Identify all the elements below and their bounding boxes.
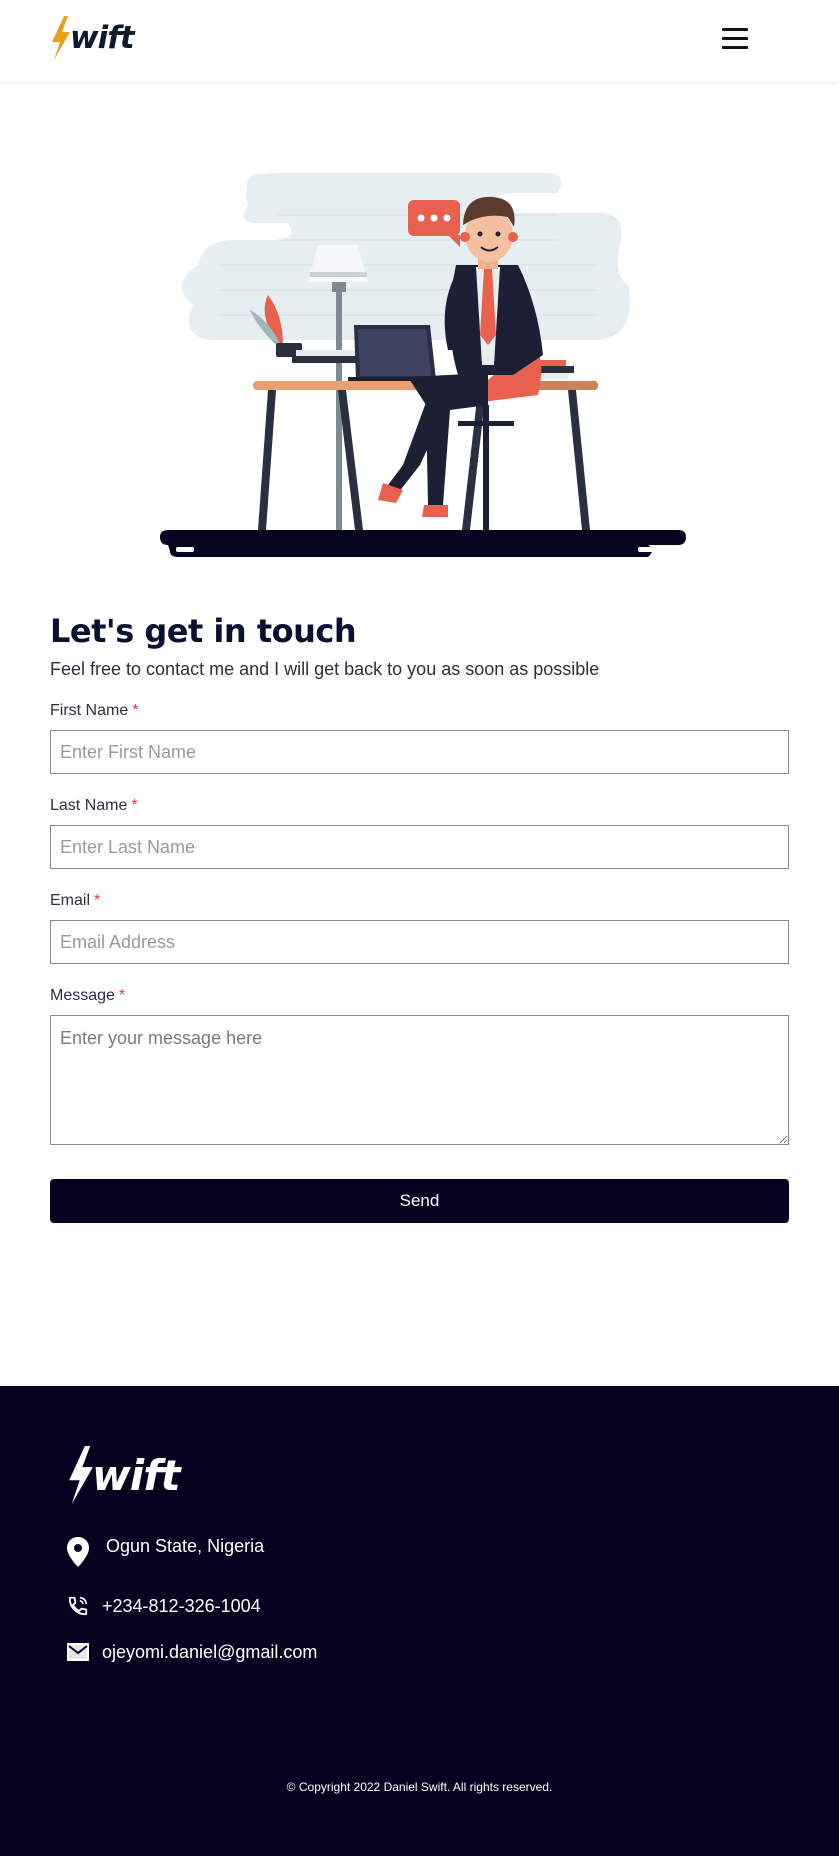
location-pin-icon bbox=[66, 1537, 90, 1567]
email-input[interactable] bbox=[50, 920, 789, 964]
email-label: Email * bbox=[50, 892, 101, 909]
lightning-bolt-icon bbox=[52, 16, 70, 60]
mail-icon bbox=[66, 1640, 90, 1664]
page-subtitle: Feel free to contact me and I will get b… bbox=[50, 659, 600, 679]
phone-icon bbox=[66, 1594, 90, 1618]
footer-logo[interactable]: wift bbox=[66, 1446, 181, 1504]
last-name-label: Last Name * bbox=[50, 797, 138, 814]
first-name-label: First Name * bbox=[50, 702, 139, 719]
logo-text: wift bbox=[70, 20, 135, 56]
hamburger-menu-icon[interactable] bbox=[722, 28, 750, 52]
location-text: Ogun State, Nigeria bbox=[106, 1535, 265, 1556]
first-name-input[interactable] bbox=[50, 730, 789, 774]
footer-location: Ogun State, Nigeria bbox=[66, 1536, 264, 1567]
required-marker: * bbox=[118, 987, 126, 1004]
copyright-text: © Copyright 2022 Daniel Swift. All right… bbox=[286, 1780, 553, 1794]
required-marker: * bbox=[94, 892, 101, 909]
office-worker-illustration bbox=[160, 173, 686, 557]
last-name-input[interactable] bbox=[50, 825, 789, 869]
phone-text: +234-812-326-1004 bbox=[102, 1595, 261, 1616]
site-logo[interactable]: wift bbox=[50, 16, 135, 60]
required-marker: * bbox=[131, 797, 138, 814]
footer-phone[interactable]: +234-812-326-1004 bbox=[66, 1594, 261, 1618]
page-title: Let's get in touch bbox=[50, 612, 357, 650]
site-header: wift bbox=[0, 0, 839, 82]
message-textarea[interactable] bbox=[50, 1015, 789, 1145]
required-marker: * bbox=[132, 702, 139, 719]
footer-logo-text: wift bbox=[92, 1450, 181, 1500]
footer-email[interactable]: ojeyomi.daniel@gmail.com bbox=[66, 1640, 317, 1664]
site-footer: wift Ogun State, Nigeria +234-812-326-10… bbox=[0, 1386, 839, 1856]
send-button[interactable]: Send bbox=[50, 1179, 789, 1223]
email-text: ojeyomi.daniel@gmail.com bbox=[102, 1641, 318, 1662]
message-label: Message * bbox=[50, 987, 126, 1004]
